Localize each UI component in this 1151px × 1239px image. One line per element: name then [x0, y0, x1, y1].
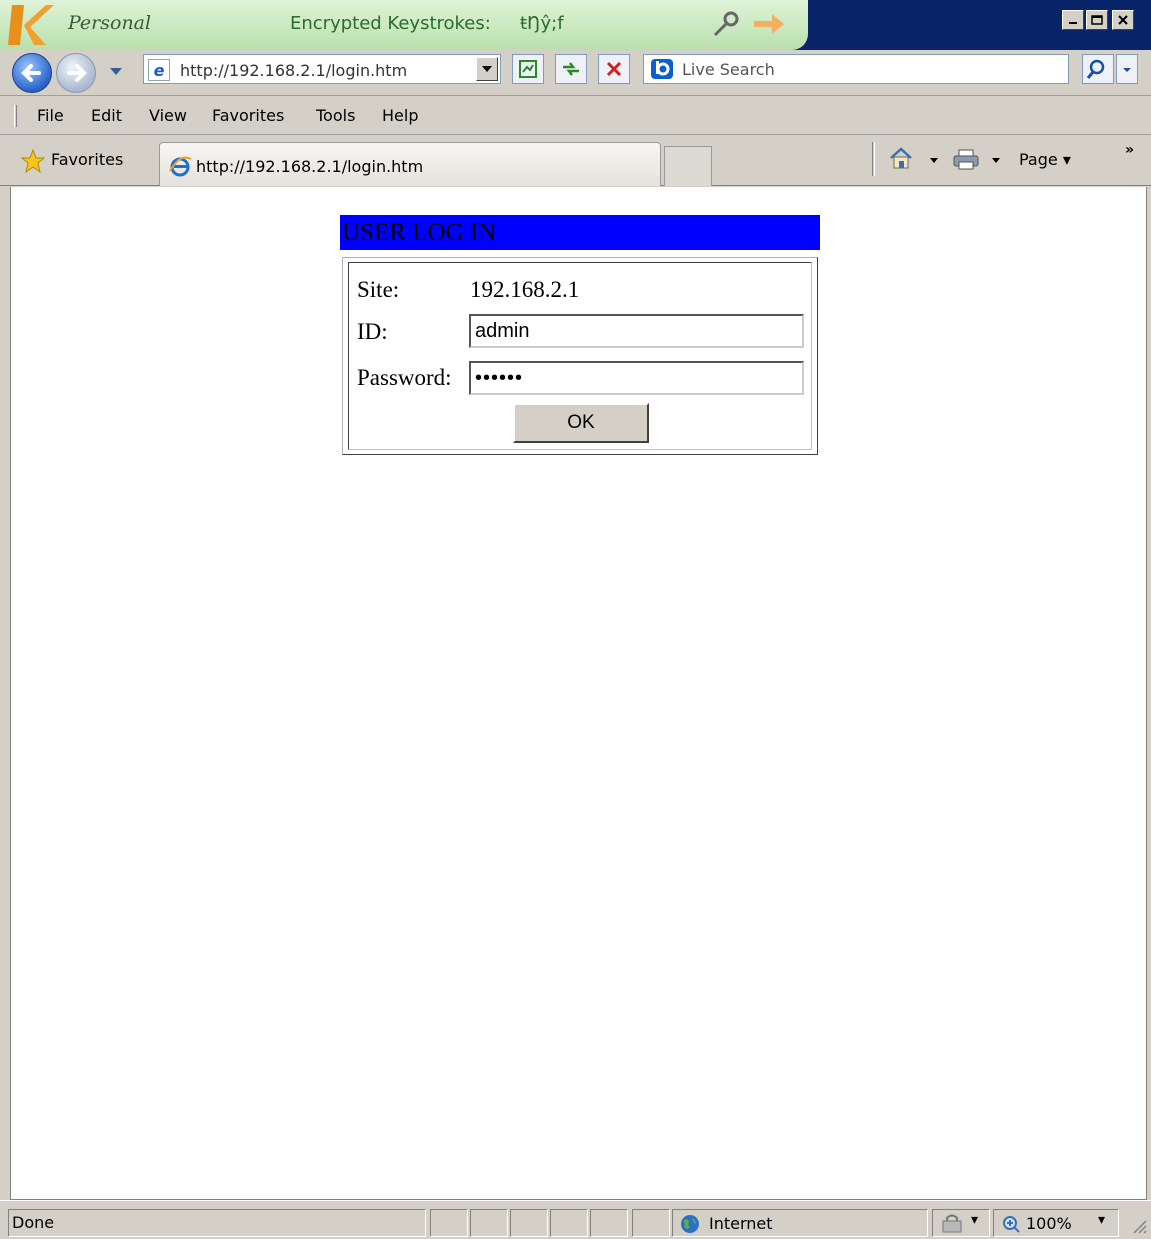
toolbar-overflow-icon[interactable]: »	[1125, 142, 1134, 158]
address-toolbar: e http://192.168.2.1/login.htm Live Sear…	[0, 50, 1151, 96]
home-dropdown-icon[interactable]	[930, 158, 938, 163]
tab-title: http://192.168.2.1/login.htm	[196, 157, 424, 176]
zoom-button[interactable]: 100% ▾	[993, 1209, 1119, 1237]
magnifier-icon	[1086, 59, 1105, 79]
back-button[interactable]	[12, 53, 52, 93]
refresh-icon	[563, 62, 579, 76]
search-placeholder: Live Search	[682, 60, 775, 79]
recent-pages-dropdown[interactable]	[110, 68, 122, 75]
status-cell	[590, 1209, 628, 1237]
address-bar[interactable]: e http://192.168.2.1/login.htm	[143, 54, 501, 84]
menu-help[interactable]: Help	[382, 106, 418, 125]
menu-bar: File Edit View Favorites Tools Help	[0, 97, 1151, 135]
minimize-button[interactable]	[1062, 10, 1084, 30]
back-arrow-icon	[21, 64, 41, 82]
tab-login[interactable]: http://192.168.2.1/login.htm	[159, 142, 661, 186]
chevron-down-icon	[1123, 68, 1131, 72]
forward-arrow-icon	[67, 64, 87, 82]
id-input[interactable]: admin	[469, 314, 804, 348]
toolbar-grip[interactable]	[14, 105, 17, 127]
ie-logo-icon	[169, 156, 192, 177]
password-label: Password:	[357, 365, 452, 390]
menu-view[interactable]: View	[149, 106, 187, 125]
menu-edit[interactable]: Edit	[91, 106, 122, 125]
close-button[interactable]	[1112, 10, 1134, 30]
arrow-right-icon[interactable]	[752, 12, 786, 36]
favorites-tab-bar: Favorites http://192.168.2.1/login.htm P…	[0, 136, 1151, 186]
page-menu-button[interactable]: Page ▾	[1019, 150, 1071, 169]
refresh-button[interactable]	[555, 54, 587, 84]
address-url[interactable]: http://192.168.2.1/login.htm	[180, 61, 407, 80]
password-input[interactable]: ••••••	[469, 361, 804, 395]
search-box[interactable]: Live Search	[643, 54, 1069, 84]
menu-tools[interactable]: Tools	[316, 106, 355, 125]
new-tab-button[interactable]	[664, 146, 712, 186]
site-value: 192.168.2.1	[470, 277, 580, 302]
site-label: Site:	[357, 277, 400, 302]
status-cell	[430, 1209, 468, 1237]
compatibility-button[interactable]	[512, 54, 544, 84]
status-cell	[510, 1209, 548, 1237]
toolbar-separator	[872, 142, 875, 176]
status-cell	[470, 1209, 508, 1237]
page-menu-label: Page	[1019, 150, 1058, 169]
home-icon[interactable]	[888, 146, 914, 170]
favorites-star-icon[interactable]	[20, 148, 46, 174]
resize-grip-icon[interactable]	[1128, 1215, 1148, 1235]
ok-button[interactable]: OK	[513, 403, 649, 443]
zoom-dropdown-icon: ▾	[1098, 1212, 1106, 1228]
maximize-button[interactable]	[1086, 10, 1108, 30]
search-options-button[interactable]	[1116, 54, 1138, 84]
status-text: Done	[8, 1209, 426, 1237]
encrypted-keystrokes-value: ŧŊŷ;f	[520, 13, 564, 34]
login-form: Site: 192.168.2.1 ID: admin Password: ••…	[342, 257, 818, 455]
globe-icon	[681, 1215, 699, 1233]
protected-mode-button[interactable]: ▾	[932, 1209, 990, 1237]
login-header: USER LOG IN	[340, 215, 820, 250]
zone-label: Internet	[709, 1214, 773, 1233]
maximize-icon	[1091, 15, 1103, 25]
stop-button[interactable]	[598, 54, 630, 84]
status-bar: Done Internet ▾ 100% ▾	[0, 1200, 1151, 1239]
print-icon[interactable]	[952, 148, 980, 170]
keyscrambler-bar: Personal Encrypted Keystrokes: ŧŊŷ;f	[0, 0, 808, 50]
app-name: Personal	[68, 12, 152, 34]
favorites-button[interactable]: Favorites	[51, 150, 123, 169]
shield-icon	[942, 1214, 962, 1233]
zoom-icon	[1003, 1216, 1020, 1233]
ie-page-icon: e	[148, 59, 170, 81]
stop-icon	[606, 61, 622, 77]
forward-button[interactable]	[56, 53, 96, 93]
page-content: USER LOG IN Site: 192.168.2.1 ID: admin …	[10, 187, 1147, 1200]
live-search-icon	[651, 59, 673, 79]
menu-file[interactable]: File	[37, 106, 64, 125]
address-dropdown-button[interactable]	[476, 57, 498, 81]
keyscrambler-logo-icon	[8, 5, 54, 45]
zoom-level: 100%	[1026, 1214, 1072, 1233]
minimize-icon	[1069, 22, 1077, 24]
compatibility-icon	[519, 60, 537, 78]
status-cell	[550, 1209, 588, 1237]
key-icon[interactable]	[712, 10, 740, 38]
menu-favorites[interactable]: Favorites	[212, 106, 284, 125]
close-icon	[1118, 15, 1128, 25]
login-form-inner: Site: 192.168.2.1 ID: admin Password: ••…	[348, 262, 812, 450]
security-zone[interactable]: Internet	[672, 1209, 928, 1237]
encrypted-keystrokes-label: Encrypted Keystrokes:	[290, 13, 491, 34]
id-label: ID:	[357, 319, 388, 344]
search-button[interactable]	[1082, 54, 1114, 84]
protect-dropdown-icon: ▾	[971, 1212, 979, 1228]
title-bar: Personal Encrypted Keystrokes: ŧŊŷ;f	[0, 0, 1151, 50]
status-cell	[632, 1209, 670, 1237]
print-dropdown-icon[interactable]	[992, 158, 1000, 163]
